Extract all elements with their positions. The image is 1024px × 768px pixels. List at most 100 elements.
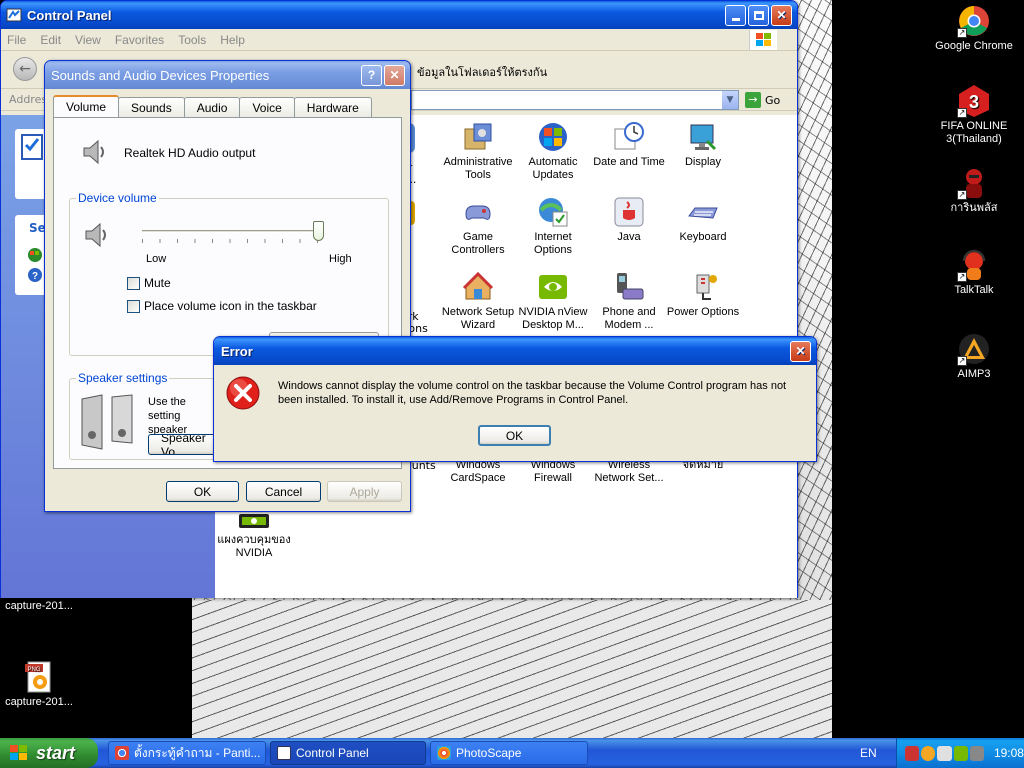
desktop-icon-talktalk[interactable]: ↗ TalkTalk [929,248,1019,297]
safely-remove-icon[interactable] [937,745,952,761]
address-hint-text: ข้อมูลในโฟลเดอร์ให้ตรงกัน [417,66,548,79]
menu-edit[interactable]: Edit [40,33,61,47]
cp-item-java[interactable]: Java [590,196,668,244]
cp-item-label: Windows Firewall [530,459,576,484]
language-indicator[interactable]: EN [860,746,877,760]
maximize-button[interactable] [748,4,769,26]
cp-item-phone-and-modem[interactable]: Phone and Modem ... [590,271,668,332]
tab-strip: Volume Sounds Audio Voice Hardware [53,95,372,117]
cp-item-game-controllers[interactable]: Game Controllers [439,196,517,257]
cp-item-date-and-time[interactable]: Date and Time [590,121,668,169]
cp-item-administrative-tools[interactable]: Administrative Tools [439,121,517,182]
menu-file[interactable]: File [7,33,26,47]
taskbar-item-control-panel[interactable]: Control Panel [270,741,426,765]
task-label: PhotoScape [456,746,522,760]
desktop-icon-label: Google Chrome [935,40,1013,52]
taskbar-item-photoscape[interactable]: PhotoScape [430,741,588,765]
start-button[interactable]: start [0,738,98,768]
cp-item-nvidia-control-panel[interactable]: แผงควบคุมของ NVIDIA [215,511,293,560]
slider-ticks [142,239,318,243]
control-panel-titlebar[interactable]: Control Panel ✕ [1,1,797,29]
cp-item-internet-options[interactable]: Internet Options [514,196,592,257]
display-icon [687,121,719,153]
tray-icon-checkbox[interactable]: Place volume icon in the taskbar [127,299,317,313]
menu-favorites[interactable]: Favorites [115,33,164,47]
back-button[interactable]: ← [13,57,37,81]
sounds-dialog-titlebar[interactable]: Sounds and Audio Devices Properties ? ✕ [45,61,410,89]
windows-update-icon[interactable] [27,247,43,263]
taskbar-item-browser[interactable]: ตั้งกระทู้คำถาม - Panti... [108,741,266,765]
cp-item-label: แผงควบคุมของ NVIDIA [217,534,291,559]
desktop-icon-fifa-online[interactable]: 3 ↗ FIFA ONLINE 3(Thailand) [929,84,1019,146]
cp-item-automatic-updates[interactable]: Automatic Updates [514,121,592,182]
cp-item-label: Power Options [666,306,740,318]
svg-text:?: ? [32,271,38,282]
windows-logo-icon [10,745,27,760]
tab-sounds[interactable]: Sounds [118,97,185,117]
address-input[interactable]: ▼ [411,90,739,110]
nvidia-tray-icon[interactable] [953,745,968,761]
dialog-title: Sounds and Audio Devices Properties [51,67,270,83]
address-dropdown-icon[interactable]: ▼ [721,91,738,109]
cancel-button[interactable]: Cancel [246,481,321,502]
system-tray: 19:08 [896,738,1024,768]
clock[interactable]: 19:08 [994,746,1024,760]
menu-tools[interactable]: Tools [178,33,206,47]
cp-item-display[interactable]: Display [664,121,742,169]
menu-view[interactable]: View [75,33,101,47]
tab-voice[interactable]: Voice [239,97,295,117]
network-tray-icon[interactable] [969,745,984,761]
cp-item-wireless-network-setup[interactable]: Wireless Network Set... [590,459,668,485]
cp-item-label: Game Controllers [451,231,505,256]
tab-audio[interactable]: Audio [183,97,241,117]
slider-thumb[interactable] [313,221,324,241]
volume-slider[interactable] [142,221,342,249]
desktop-icon-aimp3[interactable]: ↗ AIMP3 [929,332,1019,381]
apply-button[interactable]: Apply [327,481,402,502]
ok-button[interactable]: OK [478,425,551,446]
mute-label: Mute [144,276,171,290]
administrative-tools-icon [462,121,494,153]
help-button[interactable]: ? [361,64,382,86]
cp-item-label: Internet Options [534,231,572,256]
window-title: Control Panel [27,7,112,23]
mute-checkbox[interactable]: Mute [127,276,171,290]
minimize-button[interactable] [725,4,746,26]
ok-button[interactable]: OK [166,481,239,502]
error-message: Windows cannot display the volume contro… [278,380,787,406]
close-button[interactable]: ✕ [384,64,405,86]
menu-help[interactable]: Help [220,33,245,47]
desktop-icon-google-chrome[interactable]: ↗ Google Chrome [929,4,1019,53]
go-button[interactable]: → Go [745,91,780,109]
desktop-icon-capture-2[interactable]: PNG capture-201... [0,660,84,709]
desktop-icon-game-plus[interactable]: ↗ การินพลัส [929,166,1019,215]
aimp-tray-icon[interactable] [921,745,936,761]
help-icon[interactable]: ? [27,267,43,283]
slider-low-label: Low [146,253,167,265]
speaker-volume-button[interactable]: Speaker Vo [148,434,218,455]
cp-item-windows-firewall[interactable]: Windows Firewall [514,459,592,485]
desktop-icon-label: capture-201... [5,696,73,708]
tab-hardware[interactable]: Hardware [293,97,372,117]
slider-high-label: High [329,253,352,265]
close-button[interactable]: ✕ [790,340,811,362]
game-tray-icon[interactable] [905,745,920,761]
audio-device-name: Realtek HD Audio output [124,146,256,160]
cp-item-keyboard[interactable]: Keyboard [664,196,742,244]
taskbar: start ตั้งกระทู้คำถาม - Panti... Control… [0,738,1024,768]
cp-item-windows-cardspace[interactable]: Windows CardSpace [439,459,517,485]
checkbox-box[interactable] [127,276,140,290]
java-icon [613,196,645,228]
game-controller-icon [462,196,494,228]
cp-item-nvidia-nview[interactable]: NVIDIA nView Desktop M... [514,271,592,332]
tab-volume[interactable]: Volume [53,95,120,117]
slider-track [142,230,318,233]
cp-item-power-options[interactable]: Power Options [664,271,742,319]
error-dialog-titlebar[interactable]: Error ✕ [214,337,816,365]
device-volume-legend: Device volume [76,191,159,205]
nvidia-icon [537,271,569,303]
menu-bar: File Edit View Favorites Tools Help [1,29,797,51]
cp-item-network-setup-wizard[interactable]: Network Setup Wizard [439,271,517,332]
close-button[interactable]: ✕ [771,4,792,26]
checkbox-box[interactable] [127,299,140,313]
